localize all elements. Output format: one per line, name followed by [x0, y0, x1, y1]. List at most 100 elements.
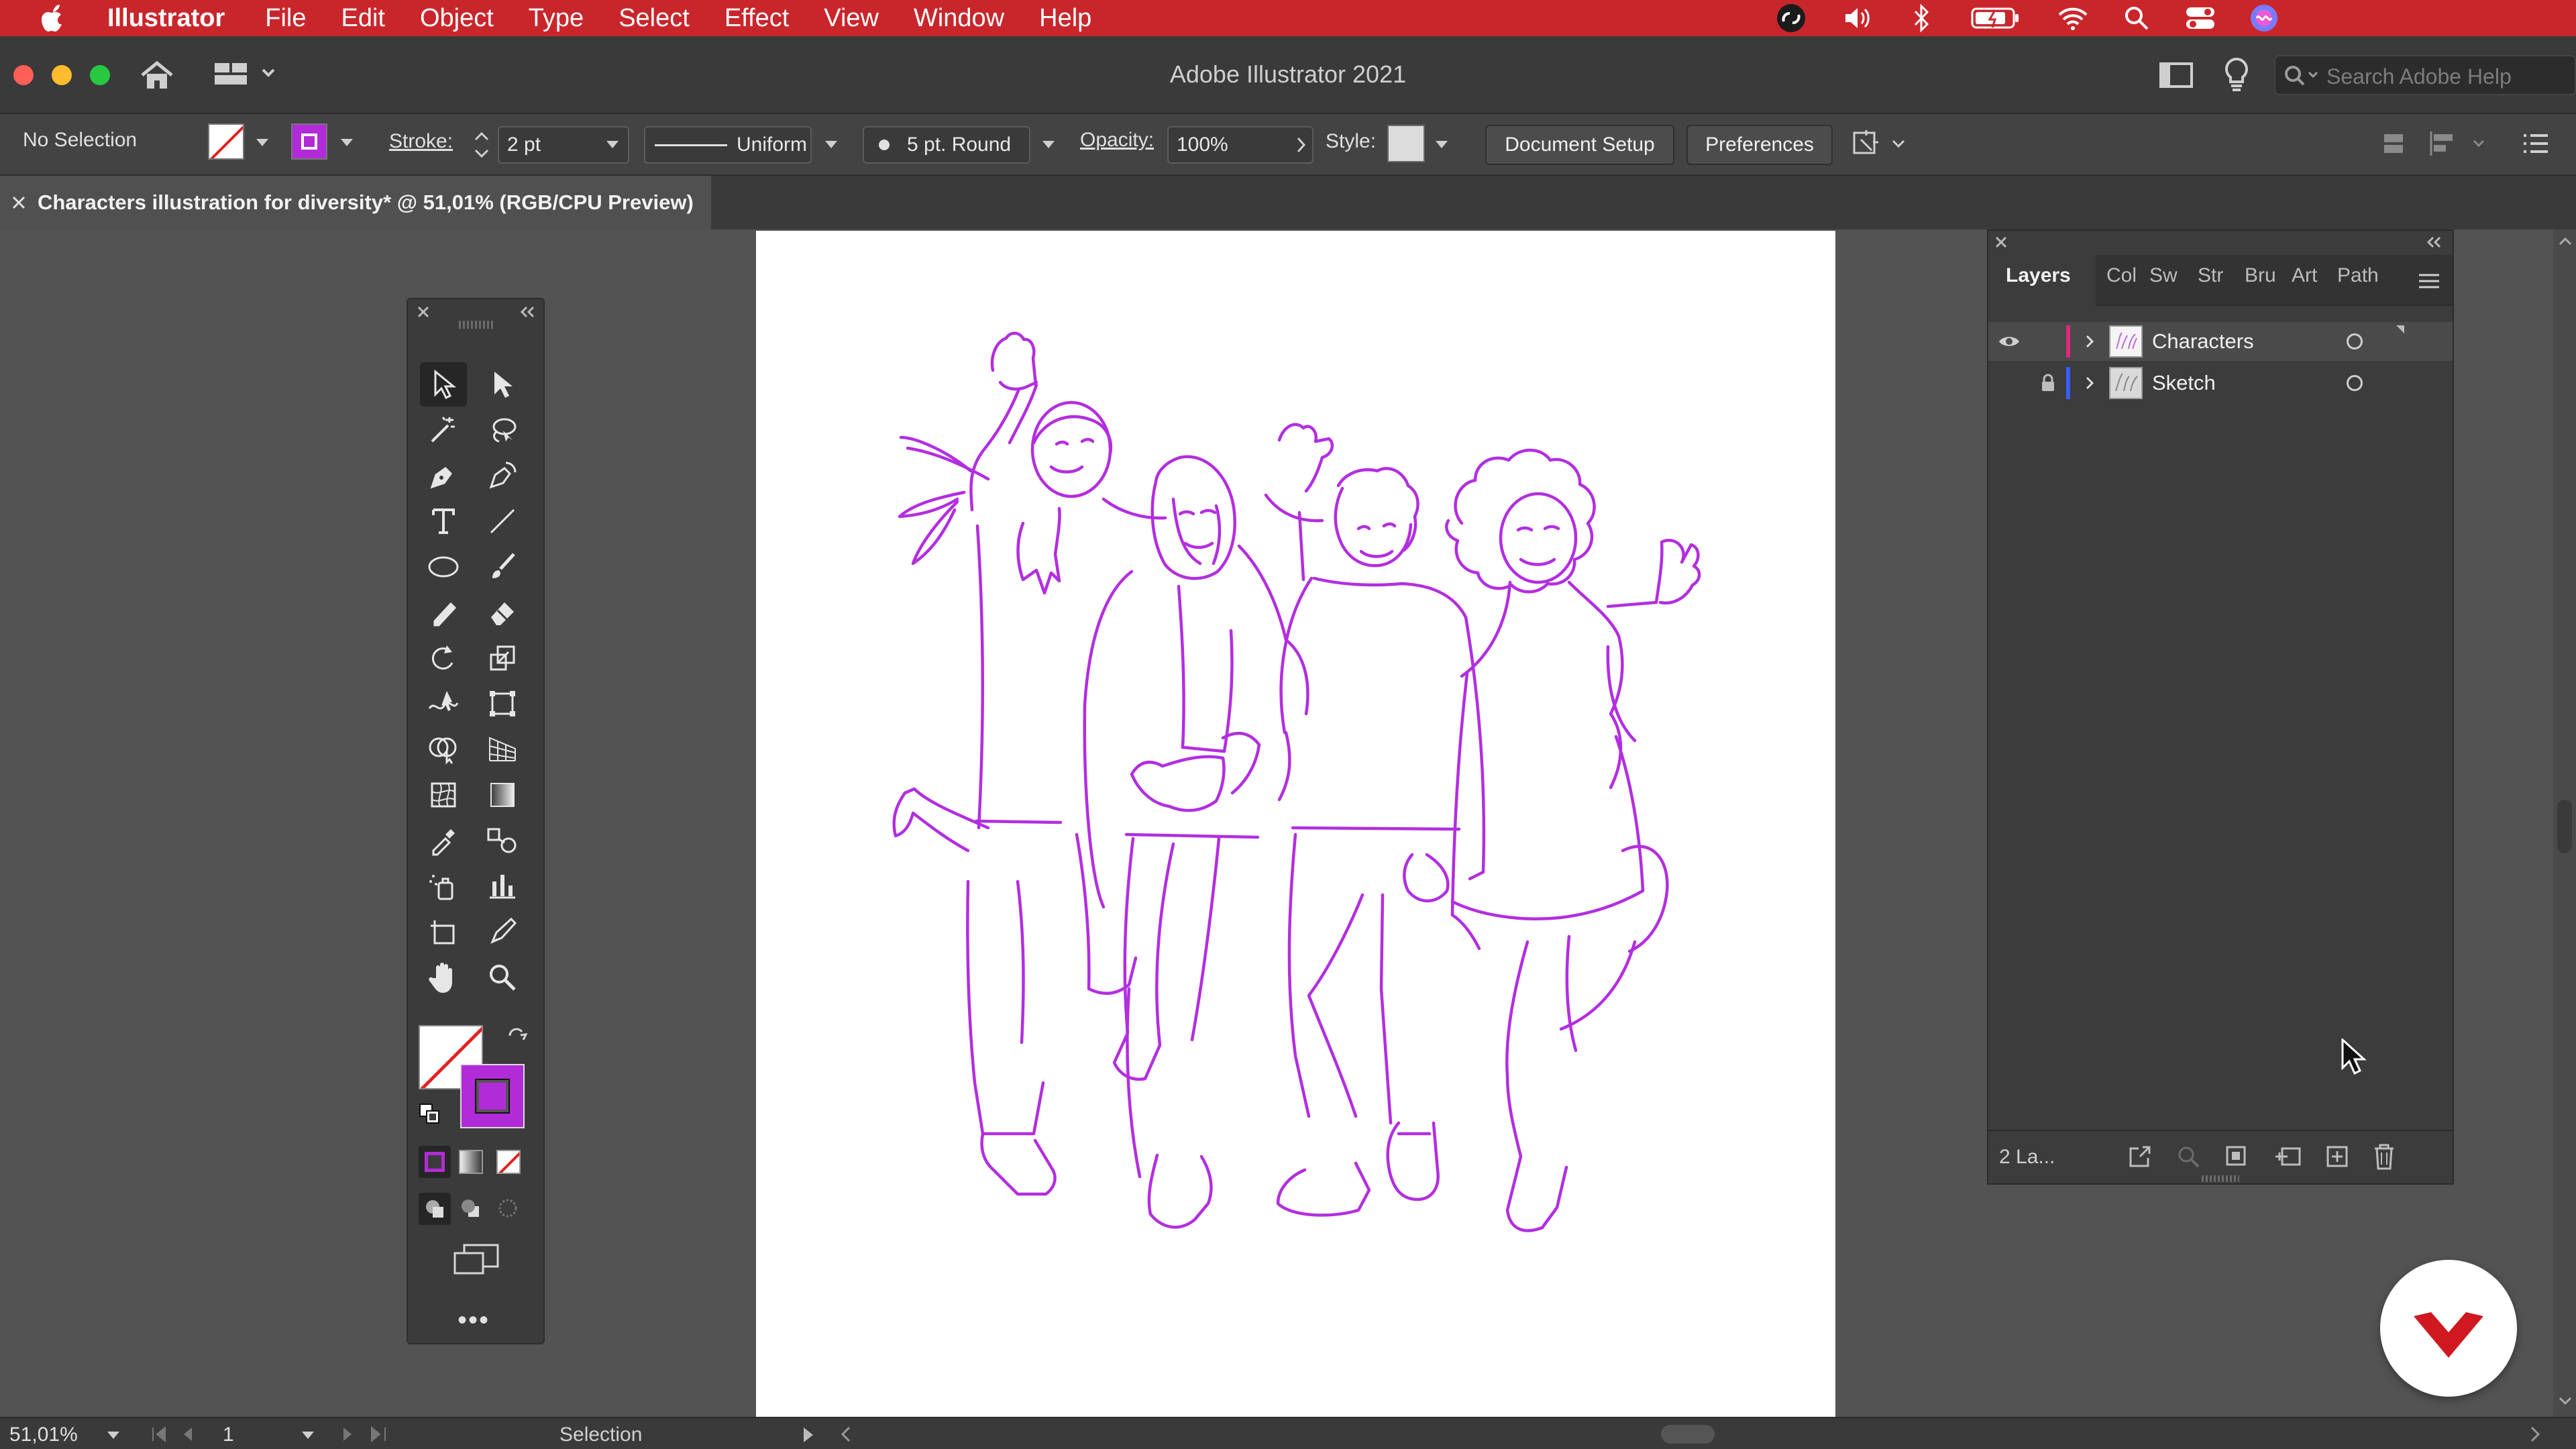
distribute-icon[interactable]: [2427, 129, 2494, 158]
opacity-field[interactable]: 100%: [1167, 126, 1313, 164]
tab-stroke[interactable]: Str: [2198, 264, 2223, 287]
close-tab-icon[interactable]: [0, 195, 38, 210]
menu-help[interactable]: Help: [1039, 4, 1091, 33]
status-menu-icon[interactable]: [802, 1426, 814, 1444]
siri-icon[interactable]: [2244, 0, 2284, 36]
warp-tool-icon[interactable]: [420, 682, 467, 726]
zoom-tool-icon[interactable]: [479, 955, 526, 1000]
artboard-number[interactable]: 1: [223, 1424, 297, 1448]
rotate-tool-icon[interactable]: [420, 636, 467, 680]
menu-app-name[interactable]: Illustrator: [107, 4, 225, 33]
paintbrush-tool-icon[interactable]: [479, 545, 526, 589]
tab-pathfinder[interactable]: Path: [2337, 264, 2379, 287]
line-segment-tool-icon[interactable]: [479, 499, 526, 543]
opacity-label[interactable]: Opacity:: [1080, 129, 1154, 152]
menu-edit[interactable]: Edit: [341, 4, 384, 33]
visibility-eye-icon[interactable]: [1988, 334, 2030, 349]
discover-lightbulb-icon[interactable]: [2222, 56, 2251, 91]
control-center-icon[interactable]: [2180, 0, 2220, 36]
lock-toggle-empty[interactable]: [2030, 328, 2066, 355]
eyedropper-tool-icon[interactable]: [420, 818, 467, 863]
toolbox-grip[interactable]: [459, 321, 494, 329]
volume-icon[interactable]: [1838, 0, 1878, 36]
magic-wand-tool-icon[interactable]: [420, 408, 467, 452]
lasso-tool-icon[interactable]: [479, 408, 526, 452]
blend-tool-icon[interactable]: [479, 818, 526, 863]
close-panel-icon[interactable]: [1994, 235, 2008, 250]
menu-view[interactable]: View: [824, 4, 879, 33]
expand-chevron-icon[interactable]: [2080, 376, 2100, 390]
delete-layer-icon[interactable]: [2371, 1142, 2398, 1171]
next-artboard-icon[interactable]: [338, 1425, 398, 1444]
draw-behind-icon[interactable]: [459, 1197, 482, 1220]
make-clipping-mask-icon[interactable]: [2223, 1143, 2250, 1170]
panel-arrange-icon[interactable]: [2380, 130, 2407, 157]
profile-dropdown-icon[interactable]: [825, 141, 837, 148]
control-bar-menu-icon[interactable]: [2521, 130, 2551, 157]
zoom-dropdown-icon[interactable]: [107, 1432, 119, 1439]
screen-mode-icon[interactable]: [452, 1242, 500, 1276]
battery-icon[interactable]: [1966, 0, 2026, 36]
artboard-dropdown-icon[interactable]: [302, 1432, 314, 1439]
arrange-documents-icon[interactable]: [2159, 62, 2194, 89]
stroke-weight-field[interactable]: 2 pt: [498, 126, 629, 164]
gradient-mode-button[interactable]: [459, 1150, 483, 1174]
swap-fill-stroke-icon[interactable]: [506, 1026, 529, 1049]
edit-toolbar-icon[interactable]: •••: [458, 1305, 490, 1336]
shape-builder-tool-icon[interactable]: [420, 727, 467, 771]
search-input[interactable]: Search Adobe Help: [2326, 64, 2512, 89]
stroke-dropdown-icon[interactable]: [341, 139, 353, 146]
default-fill-stroke-icon[interactable]: [419, 1103, 440, 1124]
pen-tool-icon[interactable]: [420, 453, 467, 498]
zoom-level[interactable]: 51,01%: [9, 1424, 78, 1446]
artboard-tool-icon[interactable]: [420, 910, 467, 954]
tab-layers[interactable]: Layers: [2006, 264, 2071, 287]
variable-width-profile[interactable]: Uniform: [644, 126, 812, 164]
apple-icon[interactable]: [0, 4, 107, 32]
scale-tool-icon[interactable]: [479, 636, 526, 680]
artboard[interactable]: [756, 231, 1835, 1419]
tab-brushes[interactable]: Bru: [2245, 264, 2276, 287]
style-dropdown-icon[interactable]: [1436, 141, 1448, 148]
layer-row-characters[interactable]: Characters: [1988, 322, 2453, 361]
menu-type[interactable]: Type: [529, 4, 584, 33]
tab-artboards[interactable]: Art: [2292, 264, 2317, 287]
symbol-sprayer-tool-icon[interactable]: [420, 864, 467, 908]
expand-chevron-icon[interactable]: [2080, 334, 2100, 349]
first-artboard-icon[interactable]: [150, 1425, 217, 1444]
direct-selection-tool-icon[interactable]: [479, 362, 526, 407]
target-circle-icon[interactable]: [2347, 333, 2363, 350]
tab-swatches[interactable]: Sw: [2149, 264, 2178, 287]
menu-object[interactable]: Object: [420, 4, 494, 33]
scroll-down-icon[interactable]: [2559, 1397, 2572, 1406]
wifi-icon[interactable]: [2053, 0, 2093, 36]
horizontal-scroll-thumb[interactable]: [1661, 1425, 1715, 1444]
selection-tool-icon[interactable]: [420, 362, 467, 407]
scroll-right-icon[interactable]: [2529, 1425, 2541, 1444]
type-tool-icon[interactable]: [420, 499, 467, 543]
layer-name-sketch[interactable]: Sketch: [2152, 371, 2320, 395]
opacity-chevron-right-icon[interactable]: [1296, 136, 1307, 154]
layer-name-characters[interactable]: Characters: [2152, 329, 2320, 354]
panel-menu-icon[interactable]: [2418, 272, 2440, 290]
panel-resize-grip[interactable]: [2202, 1175, 2239, 1182]
stroke-weight-stepper-icon[interactable]: [472, 126, 491, 164]
new-layer-icon[interactable]: [2324, 1143, 2351, 1170]
target-circle-icon[interactable]: [2347, 375, 2363, 391]
scroll-left-icon[interactable]: [840, 1425, 852, 1444]
adobe-help-search[interactable]: Search Adobe Help: [2274, 55, 2576, 95]
collapse-panel-icon[interactable]: [2424, 235, 2443, 250]
close-toolbox-icon[interactable]: [416, 305, 431, 319]
vertical-scroll-thumb[interactable]: [2557, 800, 2572, 853]
fill-swatch[interactable]: [208, 123, 244, 160]
menu-select[interactable]: Select: [619, 4, 690, 33]
brush-definition[interactable]: 5 pt. Round: [863, 126, 1030, 164]
document-tab[interactable]: Characters illustration for diversity* @…: [0, 176, 711, 229]
free-transform-tool-icon[interactable]: [479, 682, 526, 726]
lock-icon[interactable]: [2030, 374, 2066, 392]
locate-object-icon[interactable]: [2175, 1143, 2202, 1170]
gradient-tool-icon[interactable]: [479, 773, 526, 817]
draw-normal-icon[interactable]: [419, 1193, 451, 1225]
document-setup-button[interactable]: Document Setup: [1485, 125, 1674, 165]
curvature-tool-icon[interactable]: [479, 453, 526, 498]
